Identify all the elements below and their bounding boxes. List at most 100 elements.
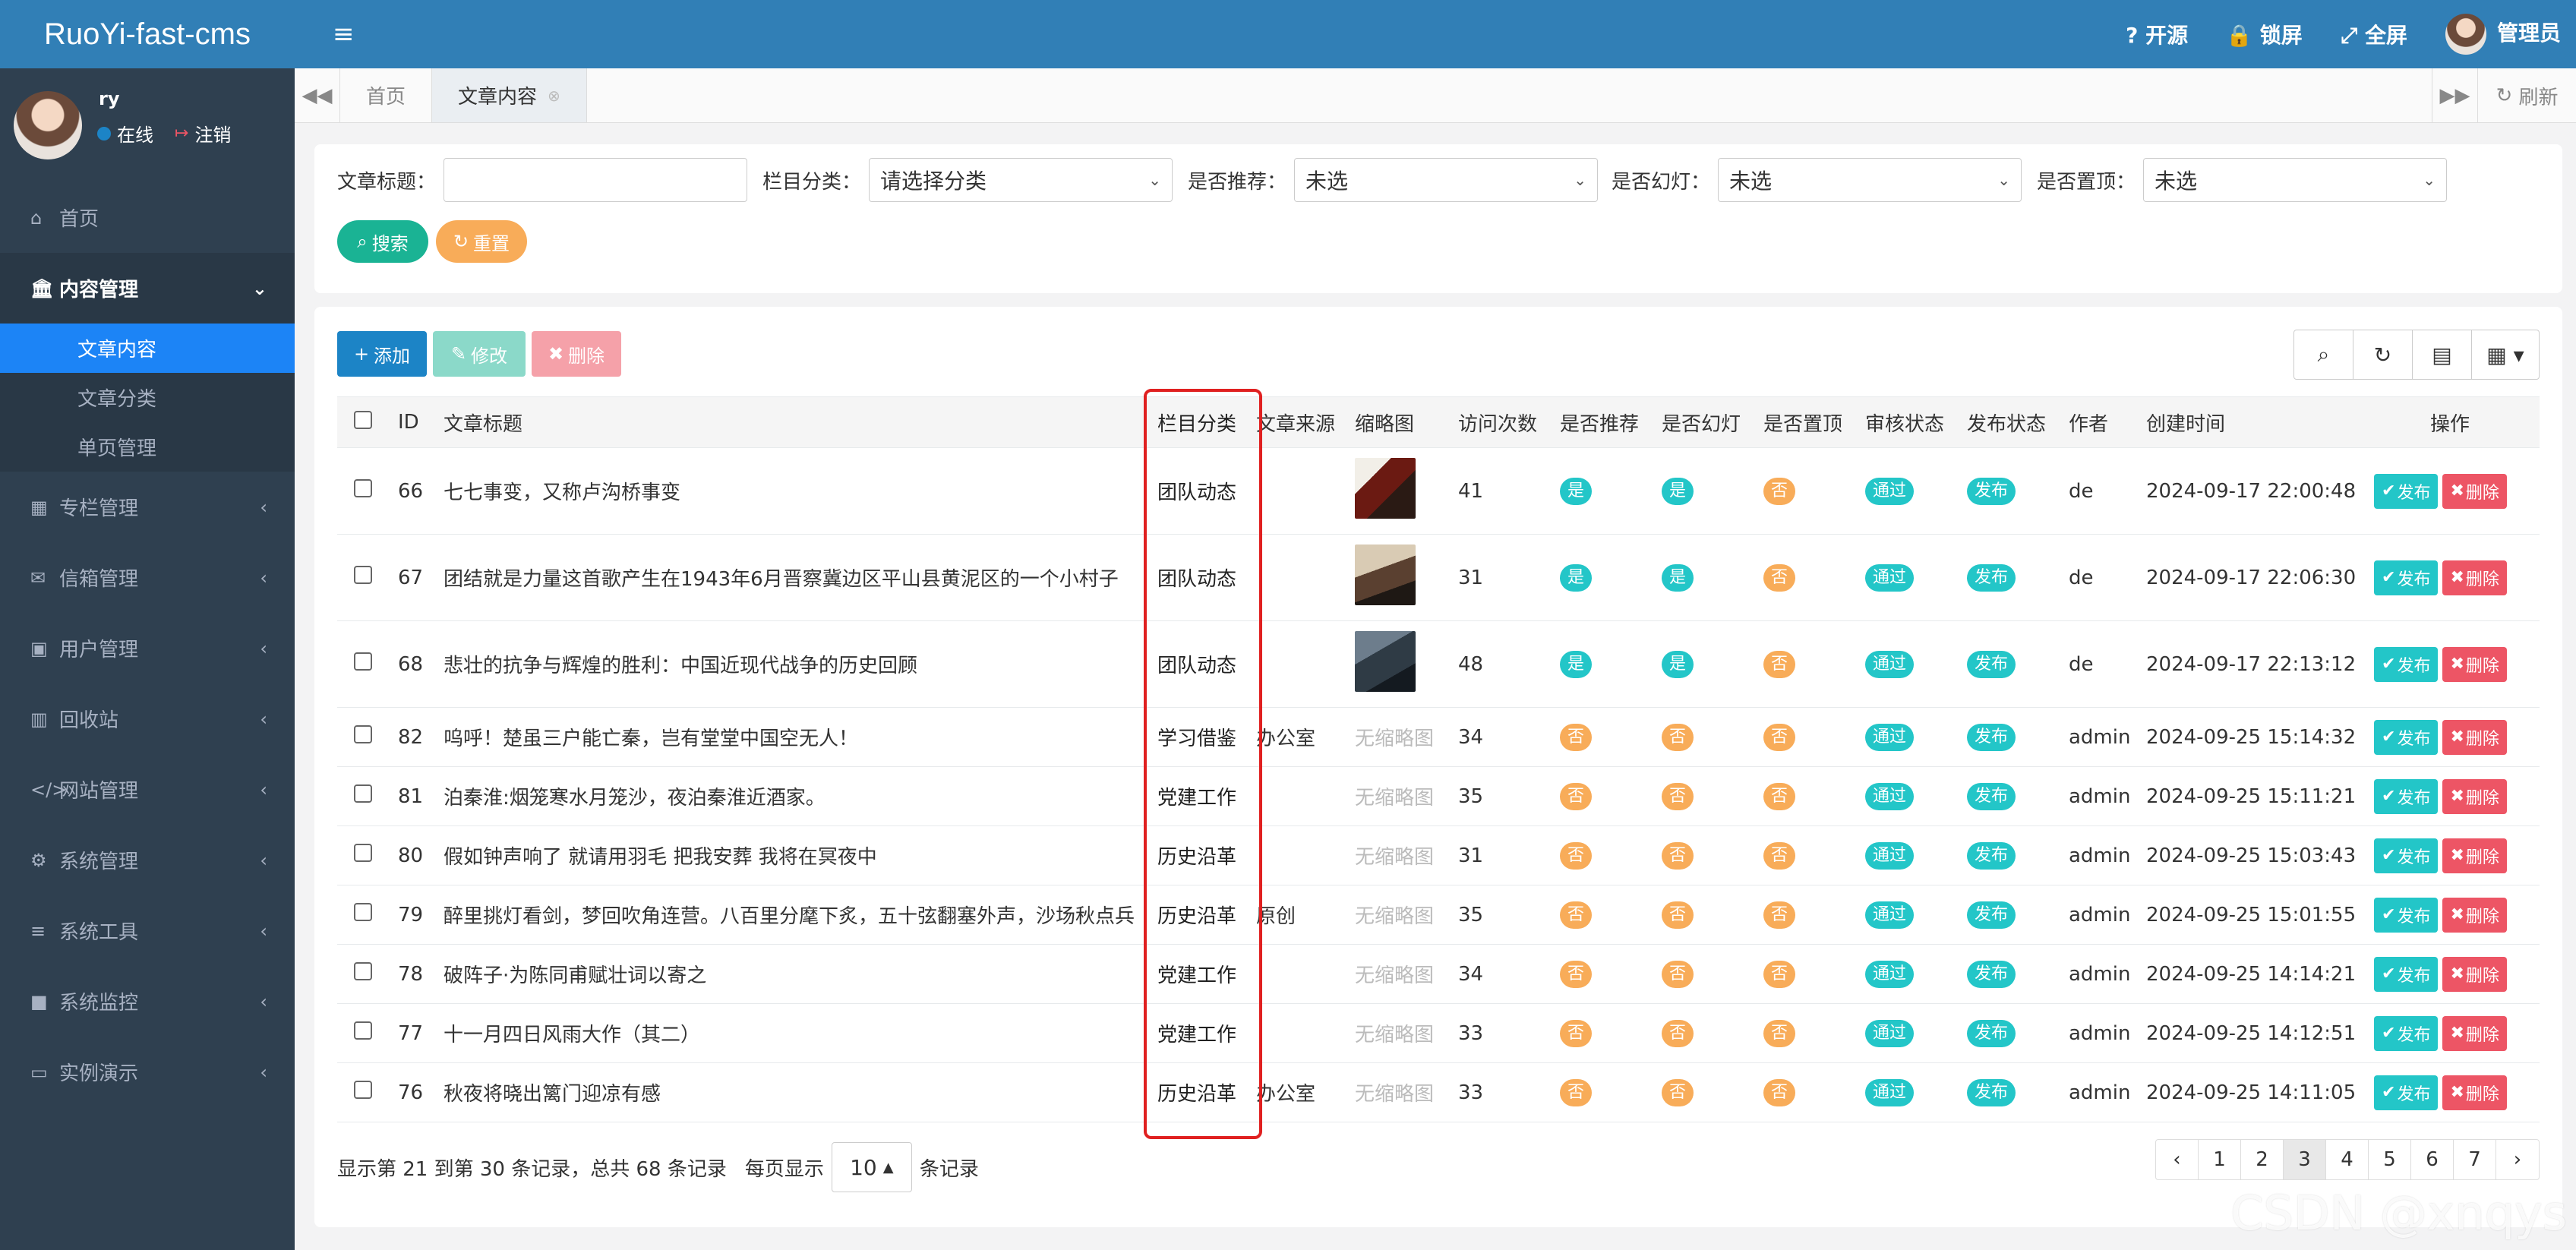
category-select[interactable]: 请选择分类 ⌄ [869,158,1173,202]
row-checkbox[interactable] [337,903,390,926]
publish-button[interactable]: ✔ 发布 [2374,897,2439,933]
table-row[interactable]: 76 秋夜将晓出篱门迎凉有感 历史沿革 办公室 无缩略图 33 否 否 否 通过… [337,1063,2540,1122]
thumbnail-image[interactable] [1355,458,1416,519]
row-delete-button[interactable]: ✖ 删除 [2442,778,2507,814]
row-delete-button[interactable]: ✖ 删除 [2442,838,2507,873]
sidebar-item-monitor[interactable]: ■ 系统监控 ‹ [0,966,295,1037]
prev-page-button[interactable]: ‹ [2156,1140,2199,1179]
sidebar-item-demo[interactable]: ▭ 实例演示 ‹ [0,1037,295,1107]
row-checkbox[interactable] [337,784,390,808]
edit-button[interactable]: ✎ 修改 [433,331,526,377]
table-row[interactable]: 67 团结就是力量这首歌产生在1943年6月晋察冀边区平山县黄泥区的一个小村子 … [337,535,2540,621]
table-row[interactable]: 80 假如钟声响了 就请用羽毛 把我安葬 我将在冥夜中 历史沿革 无缩略图 31… [337,826,2540,885]
close-tab-icon[interactable]: ⊗ [548,87,560,105]
page-button[interactable]: 5 [2369,1140,2411,1179]
row-delete-button[interactable]: ✖ 删除 [2442,897,2507,933]
col-publish[interactable]: 发布状态 [1959,409,2061,437]
tabs-scroll-right-icon[interactable]: ▶▶ [2432,68,2477,123]
row-delete-button[interactable]: ✖ 删除 [2442,560,2507,595]
row-checkbox[interactable] [337,962,390,986]
table-row[interactable]: 68 悲壮的抗争与辉煌的胜利：中国近现代战争的历史回顾 团队动态 48 是 是 … [337,621,2540,708]
col-source[interactable]: 文章来源 [1249,409,1347,437]
columns-icon[interactable]: ▦ ▾ [2472,330,2539,379]
user-avatar[interactable] [14,91,82,159]
row-delete-button[interactable]: ✖ 删除 [2442,956,2507,992]
sidebar-item-website[interactable]: </> 网站管理 ‹ [0,754,295,825]
sidebar-item-tools[interactable]: ≡ 系统工具 ‹ [0,895,295,966]
sidebar-item-content[interactable]: 🏛 内容管理 ⌄ [0,253,295,324]
logout-link[interactable]: 注销 [194,120,231,147]
col-id[interactable]: ID [390,411,436,434]
select-all-checkbox[interactable] [337,410,390,434]
row-checkbox[interactable] [337,844,390,867]
sidebar-item-columns[interactable]: ▦ 专栏管理 ‹ [0,472,295,542]
sidebar-item-recycle[interactable]: ▥ 回收站 ‹ [0,683,295,754]
publish-button[interactable]: ✔ 发布 [2374,1015,2439,1051]
row-delete-button[interactable]: ✖ 删除 [2442,646,2507,682]
sidebar-subitem-pages[interactable]: 单页管理 [0,422,295,472]
sidebar-item-mailbox[interactable]: ✉ 信箱管理 ‹ [0,542,295,613]
recommend-select[interactable]: 未选 ⌄ [1294,158,1599,202]
add-button[interactable]: + 添加 [337,331,427,377]
opensource-link[interactable]: ? 开源 [2126,19,2188,49]
tab-articles[interactable]: 文章内容 ⊗ [432,68,587,122]
row-checkbox[interactable] [337,1081,390,1104]
table-row[interactable]: 79 醉里挑灯看剑，梦回吹角连营。八百里分麾下炙，五十弦翻塞外声，沙场秋点兵 历… [337,885,2540,945]
thumbnail-image[interactable] [1355,545,1416,605]
next-page-button[interactable]: › [2496,1140,2539,1179]
menu-toggle-icon[interactable]: ≡ [333,19,355,49]
col-visits[interactable]: 访问次数 [1451,409,1552,437]
col-time[interactable]: 创建时间 [2139,409,2374,437]
page-size-select[interactable]: 10 ▲ [831,1142,912,1192]
table-row[interactable]: 78 破阵子·为陈同甫赋壮词以寄之 党建工作 无缩略图 34 否 否 否 通过 … [337,945,2540,1004]
row-checkbox[interactable] [337,725,390,749]
col-slide[interactable]: 是否幻灯 [1654,409,1756,437]
tabs-scroll-left-icon[interactable]: ◀◀ [295,68,340,122]
publish-button[interactable]: ✔ 发布 [2374,956,2439,992]
col-author[interactable]: 作者 [2061,409,2139,437]
publish-button[interactable]: ✔ 发布 [2374,473,2439,509]
logout-icon[interactable]: ↦ [175,124,188,143]
title-input[interactable] [444,158,748,202]
sidebar-item-users[interactable]: ▣ 用户管理 ‹ [0,613,295,683]
table-row[interactable]: 81 泊秦淮:烟笼寒水月笼沙，夜泊秦淮近酒家。 党建工作 无缩略图 35 否 否… [337,767,2540,826]
toggle-view-icon[interactable]: ▤ [2413,330,2472,379]
page-button[interactable]: 2 [2241,1140,2284,1179]
page-button[interactable]: 4 [2326,1140,2369,1179]
sidebar-subitem-categories[interactable]: 文章分类 [0,373,295,422]
row-delete-button[interactable]: ✖ 删除 [2442,1015,2507,1051]
delete-button[interactable]: ✖ 删除 [532,331,621,377]
lock-screen-link[interactable]: 🔒 锁屏 [2226,19,2303,49]
reset-button[interactable]: ↻ 重置 [436,220,527,263]
refresh-table-icon[interactable]: ↻ [2353,330,2413,379]
col-audit[interactable]: 审核状态 [1858,409,1959,437]
table-row[interactable]: 66 七七事变，又称卢沟桥事变 团队动态 41 是 是 否 通过 发布 de 2… [337,448,2540,535]
row-delete-button[interactable]: ✖ 删除 [2442,719,2507,755]
refresh-tab-button[interactable]: ↻ 刷新 [2477,68,2576,123]
page-button[interactable]: 1 [2199,1140,2241,1179]
table-row[interactable]: 82 呜呼！楚虽三户能亡秦，岂有堂堂中国空无人！ 学习借鉴 办公室 无缩略图 3… [337,708,2540,767]
publish-button[interactable]: ✔ 发布 [2374,646,2439,682]
col-category[interactable]: 栏目分类 [1150,409,1249,437]
publish-button[interactable]: ✔ 发布 [2374,1075,2439,1110]
publish-button[interactable]: ✔ 发布 [2374,778,2439,814]
row-checkbox[interactable] [337,652,390,676]
row-checkbox[interactable] [337,479,390,503]
admin-menu[interactable]: 管理员 [2445,14,2561,55]
row-delete-button[interactable]: ✖ 删除 [2442,1075,2507,1110]
col-thumb[interactable]: 缩略图 [1347,409,1451,437]
publish-button[interactable]: ✔ 发布 [2374,838,2439,873]
col-recommend[interactable]: 是否推荐 [1552,409,1654,437]
publish-button[interactable]: ✔ 发布 [2374,719,2439,755]
fullscreen-link[interactable]: ⤢ 全屏 [2341,19,2407,49]
app-logo[interactable]: RuoYi-fast-cms [0,0,295,68]
page-button[interactable]: 3 [2284,1140,2326,1179]
top-select[interactable]: 未选 ⌄ [2143,158,2448,202]
sidebar-subitem-articles[interactable]: 文章内容 [0,324,295,373]
col-title[interactable]: 文章标题 [436,409,1150,437]
sidebar-item-home[interactable]: ⌂ 首页 [0,182,295,253]
toggle-search-icon[interactable]: ⌕ [2294,330,2353,379]
thumbnail-image[interactable] [1355,631,1416,692]
table-row[interactable]: 77 十一月四日风雨大作（其二） 党建工作 无缩略图 33 否 否 否 通过 发… [337,1004,2540,1063]
sidebar-item-system[interactable]: ⚙ 系统管理 ‹ [0,825,295,895]
